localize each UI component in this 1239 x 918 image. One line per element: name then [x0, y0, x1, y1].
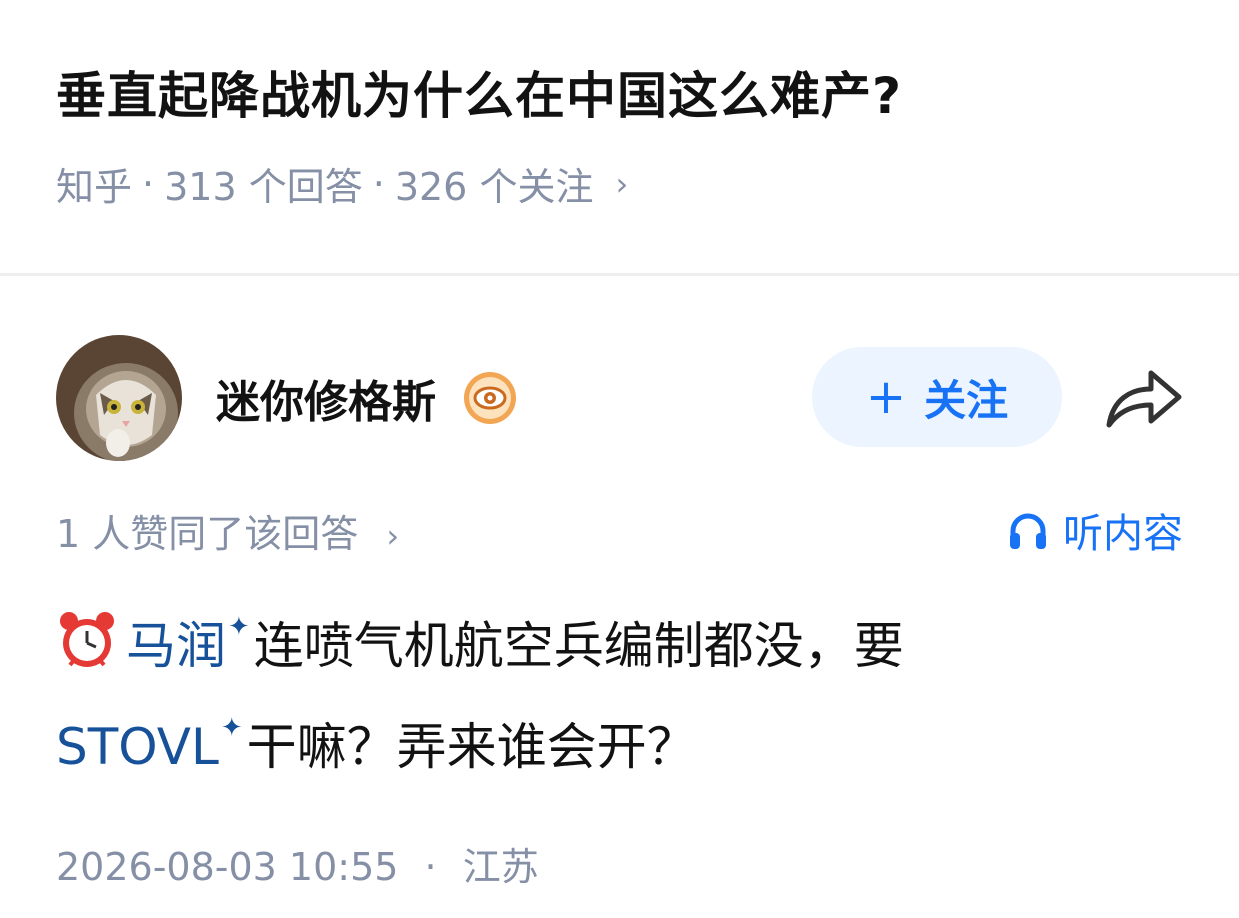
vote-row: 1 人赞同了该回答 › 听内容: [56, 500, 1183, 560]
divider: [0, 273, 1239, 276]
follow-button[interactable]: + 关注: [812, 347, 1062, 447]
avatar[interactable]: [56, 335, 182, 461]
answer-text-line1: 连喷气机航空兵编制都没，要: [253, 617, 904, 675]
meta-separator: ·: [142, 161, 155, 206]
follower-count: 326 个关注: [394, 165, 594, 209]
answer-count: 313 个回答: [164, 165, 363, 209]
answer-footer: 2026-08-03 10:55 · 江苏: [56, 836, 539, 891]
follow-label: 关注: [924, 375, 1009, 425]
question-title[interactable]: 垂直起降战机为什么在中国这么难产?: [56, 56, 1199, 136]
listen-label: 听内容: [1063, 511, 1183, 557]
footer-separator: ·: [424, 845, 437, 889]
keyword-link-stovl[interactable]: STOVL: [56, 718, 219, 776]
answer-content: 马润✦连喷气机航空兵编制都没，要 STOVL✦干嘛？弄来谁会开？: [56, 586, 1183, 788]
plus-icon: +: [865, 369, 907, 425]
question-meta[interactable]: 知乎 · 313 个回答 · 326 个关注 ›: [56, 156, 1199, 211]
meta-separator: ·: [372, 161, 385, 206]
author-row: 迷你修格斯 + 关注: [56, 335, 1183, 461]
answer-text-line2: 干嘛？弄来谁会开？: [246, 718, 697, 776]
location: 江苏: [462, 845, 539, 889]
alarm-clock-icon: [56, 609, 118, 671]
listen-button[interactable]: 听内容: [1007, 501, 1183, 559]
eye-badge-icon: [462, 370, 518, 426]
headphones-icon: [1010, 513, 1046, 549]
chevron-right-icon: ›: [386, 516, 400, 555]
vote-count-label: 1 人赞同了该回答: [56, 511, 359, 556]
share-arrow-icon[interactable]: [1103, 365, 1183, 431]
keyword-link-marines[interactable]: 马润: [126, 617, 226, 675]
source-label: 知乎: [56, 165, 133, 209]
vote-summary[interactable]: 1 人赞同了该回答 ›: [56, 503, 399, 558]
author-name[interactable]: 迷你修格斯: [216, 366, 436, 430]
timestamp: 2026-08-03 10:55: [56, 845, 399, 889]
question-header: 垂直起降战机为什么在中国这么难产? 知乎 · 313 个回答 · 326 个关注…: [56, 56, 1199, 211]
sparkle-icon: ✦: [228, 612, 250, 642]
chevron-right-icon: ›: [615, 164, 629, 203]
sparkle-icon: ✦: [220, 713, 243, 743]
